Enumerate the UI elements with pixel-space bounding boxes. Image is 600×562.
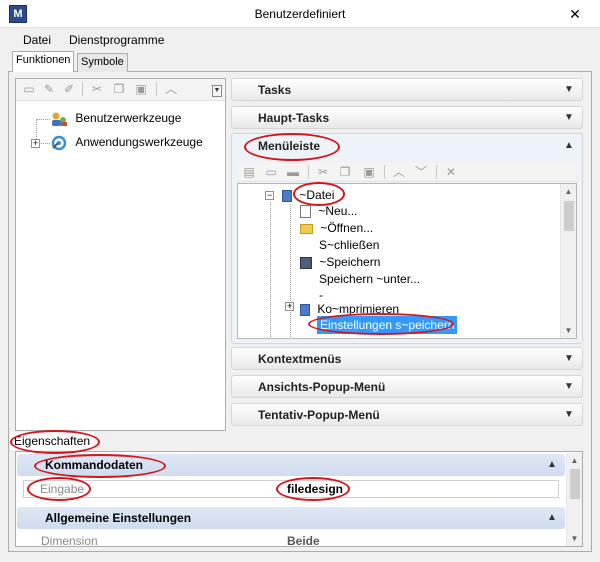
annotation-ellipse — [293, 182, 345, 206]
annotation-ellipse — [308, 313, 454, 335]
user-tools-icon — [50, 111, 68, 127]
new-icon[interactable]: ▭ — [22, 82, 36, 96]
scroll-down-icon[interactable]: ▼ — [567, 531, 582, 546]
scroll-up-icon[interactable]: ▲ — [561, 184, 576, 199]
menu-item-speichern-unter[interactable]: Speichern ~unter... — [319, 270, 420, 288]
move-up-icon[interactable]: ︿ — [392, 165, 406, 179]
tab-funktionen[interactable]: Funktionen — [12, 51, 75, 72]
tree-item-label: Anwendungswerkzeuge — [75, 135, 203, 149]
chevron-up-icon[interactable]: ▲ — [562, 139, 576, 153]
menu-icon — [282, 189, 292, 202]
tree-item-anwendungswerkzeuge[interactable]: Anwendungswerkzeuge — [50, 133, 203, 151]
chevron-down-icon: ▼ — [564, 381, 574, 392]
insert-item-icon[interactable]: ▭ — [264, 165, 278, 179]
menu-icon — [300, 303, 310, 316]
copy-icon[interactable]: ❐ — [112, 82, 126, 96]
menu-dienstprogramme[interactable]: Dienstprogramme — [69, 31, 164, 49]
save-icon — [300, 256, 312, 269]
cut-icon[interactable]: ✂ — [90, 82, 104, 96]
tree-connector — [36, 119, 50, 120]
annotation-ellipse — [27, 477, 91, 501]
accordion-ansichts-popup[interactable]: Ansichts-Popup-Menü ▼ — [231, 375, 583, 398]
section-allgemeine-einstellungen[interactable]: Allgemeine Einstellungen ▲ — [17, 507, 565, 529]
chevron-up-icon[interactable]: ▲ — [545, 511, 559, 525]
tools-tree-panel: ▭ ✎ ✐ ✂ ❐ ▣ ︿ ▼ + Benutzerwerkzeuge Anwe… — [15, 78, 226, 431]
section-title: Allgemeine Einstellungen — [45, 511, 192, 525]
accordion-tentativ-popup[interactable]: Tentativ-Popup-Menü ▼ — [231, 403, 583, 426]
toolbar-separator — [156, 82, 157, 96]
property-value[interactable]: Beide — [287, 533, 320, 547]
toolbar-dropdown-icon[interactable]: ▼ — [212, 85, 222, 97]
window-title: Benutzerdefiniert — [254, 7, 346, 21]
chevron-down-icon: ▼ — [564, 353, 574, 364]
menu-item-oeffnen[interactable]: ~Öffnen... — [300, 219, 373, 237]
accordion-kontextmenues[interactable]: Kontextmenüs ▼ — [231, 347, 583, 370]
scrollbar-thumb[interactable] — [570, 469, 580, 499]
application-tools-icon — [50, 135, 68, 151]
accordion-title: Haupt-Tasks — [258, 111, 330, 125]
insert-separator-icon[interactable]: ▬ — [286, 165, 300, 179]
wrench-icon[interactable]: ✎ — [42, 82, 56, 96]
chevron-down-icon: ▼ — [564, 84, 574, 95]
accordion-title: Ansichts-Popup-Menü — [258, 380, 386, 394]
property-label: Dimension — [41, 534, 98, 547]
scrollbar-thumb[interactable] — [564, 201, 574, 231]
collapse-datei-icon[interactable]: − — [265, 191, 274, 200]
move-up-icon[interactable]: ︿ — [164, 82, 178, 96]
paste-icon[interactable]: ▣ — [134, 82, 148, 96]
tree-connector — [41, 143, 50, 144]
new-icon[interactable]: ▤ — [242, 165, 256, 179]
annotation-ellipse — [34, 454, 166, 478]
properties-scrollbar[interactable]: ▲ ▼ — [566, 453, 582, 546]
close-button[interactable]: ✕ — [558, 3, 592, 25]
chevron-up-icon[interactable]: ▲ — [545, 458, 559, 472]
tree-toolbar: ▭ ✎ ✐ ✂ ❐ ▣ ︿ ▼ — [16, 79, 225, 101]
accordion-title: Tentativ-Popup-Menü — [258, 408, 380, 422]
folder-open-icon — [300, 223, 313, 234]
scroll-down-icon[interactable]: ▼ — [561, 323, 576, 338]
paste-icon[interactable]: ▣ — [362, 165, 376, 179]
menu-item-schliessen[interactable]: S~chließen — [319, 236, 379, 254]
accordion-tasks[interactable]: Tasks ▼ — [231, 78, 583, 101]
accordion-title: Kontextmenüs — [258, 352, 342, 366]
tree-item-label: Benutzerwerkzeuge — [75, 111, 182, 125]
menu-item-speichern[interactable]: ~Speichern — [300, 253, 380, 271]
annotation-ellipse — [244, 133, 340, 161]
delete-icon[interactable]: ✕ — [444, 165, 458, 179]
expand-anwendungswerkzeuge-icon[interactable]: + — [31, 139, 40, 148]
move-down-icon[interactable]: ﹀ — [414, 165, 428, 179]
accordion-title: Tasks — [258, 83, 292, 97]
accordion-haupt-tasks[interactable]: Haupt-Tasks ▼ — [231, 106, 583, 129]
tree-item-benutzerwerkzeuge[interactable]: Benutzerwerkzeuge — [50, 109, 181, 127]
toolbar-separator — [82, 82, 83, 96]
menu-toolbar: ▤ ▭ ▬ ✂ ❐ ▣ ︿ ﹀ ✕ — [238, 162, 576, 182]
property-row-dimension[interactable]: Dimension Beide — [23, 533, 559, 547]
chevron-down-icon: ▼ — [564, 409, 574, 420]
menu-item-label: Speichern ~unter... — [319, 272, 421, 286]
toolbar-separator — [436, 165, 437, 179]
title-bar: M Benutzerdefiniert ✕ — [0, 0, 600, 28]
annotation-ellipse — [10, 430, 100, 454]
scroll-up-icon[interactable]: ▲ — [567, 453, 582, 468]
menu-item-label: ~Öffnen... — [320, 221, 374, 235]
edit-tool-icon[interactable]: ✐ — [62, 82, 76, 96]
tree-connector — [290, 204, 291, 338]
menu-item-label: ~Speichern — [319, 255, 381, 269]
menu-item-label: ~Neu... — [318, 204, 358, 218]
chevron-down-icon: ▼ — [564, 112, 574, 123]
toolbar-separator — [308, 165, 309, 179]
menu-item-label: S~chließen — [319, 238, 380, 252]
menu-bar: Datei Dienstprogramme — [0, 28, 600, 50]
tree-connector — [270, 202, 271, 337]
cut-icon[interactable]: ✂ — [316, 165, 330, 179]
copy-icon[interactable]: ❐ — [338, 165, 352, 179]
annotation-ellipse — [276, 477, 350, 501]
menu-datei[interactable]: Datei — [23, 31, 51, 49]
toolbar-separator — [384, 165, 385, 179]
tab-symbole[interactable]: Symbole — [77, 53, 128, 72]
new-file-icon — [300, 205, 311, 219]
menu-tree-scrollbar[interactable]: ▲ ▼ — [560, 184, 576, 338]
